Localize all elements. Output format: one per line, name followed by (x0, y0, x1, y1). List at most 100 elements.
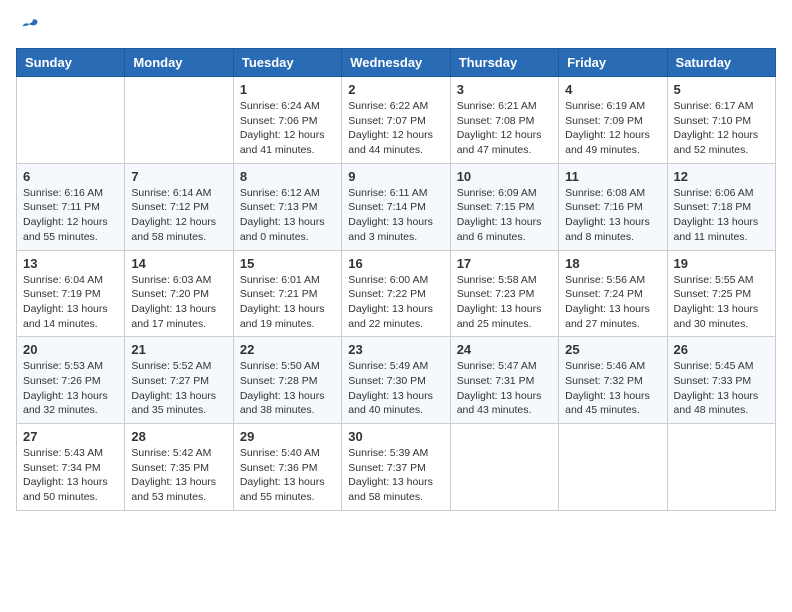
day-number: 15 (240, 256, 335, 271)
calendar-week-row: 20Sunrise: 5:53 AM Sunset: 7:26 PM Dayli… (17, 337, 776, 424)
calendar-cell: 19 Sunrise: 5:55 AM Sunset: 7:25 PM Dayli… (667, 250, 775, 337)
calendar-cell (17, 77, 125, 164)
day-info: Sunrise: 6:01 AM Sunset: 7:21 PM Dayligh… (240, 273, 335, 332)
day-number: 4 (565, 82, 660, 97)
day-info: Sunrise: 5:58 AM Sunset: 7:23 PM Dayligh… (457, 273, 552, 332)
calendar-cell: 24 Sunrise: 5:47 AM Sunset: 7:31 PM Dayli… (450, 337, 558, 424)
day-number: 12 (674, 169, 769, 184)
day-info: Sunrise: 5:43 AM Sunset: 7:34 PM Dayligh… (23, 446, 118, 505)
calendar-cell: 22 Sunrise: 5:50 AM Sunset: 7:28 PM Dayli… (233, 337, 341, 424)
day-number: 18 (565, 256, 660, 271)
calendar-week-row: 13 Sunrise: 6:04 AM Sunset: 7:19 PM Dayli… (17, 250, 776, 337)
calendar-cell: 1 Sunrise: 6:24 AM Sunset: 7:06 PM Daylig… (233, 77, 341, 164)
day-number: 19 (674, 256, 769, 271)
calendar-cell: 26 Sunrise: 5:45 AM Sunset: 7:33 PM Dayli… (667, 337, 775, 424)
day-info: Sunrise: 6:08 AM Sunset: 7:16 PM Dayligh… (565, 186, 660, 245)
day-number: 24 (457, 342, 552, 357)
calendar-week-row: 27 Sunrise: 5:43 AM Sunset: 7:34 PM Dayli… (17, 424, 776, 511)
calendar-cell: 29 Sunrise: 5:40 AM Sunset: 7:36 PM Dayli… (233, 424, 341, 511)
day-number: 16 (348, 256, 443, 271)
page-header (16, 16, 776, 38)
day-info: Sunrise: 6:14 AM Sunset: 7:12 PM Dayligh… (131, 186, 226, 245)
day-info: Sunrise: 6:19 AM Sunset: 7:09 PM Dayligh… (565, 99, 660, 158)
calendar-table: SundayMondayTuesdayWednesdayThursdayFrid… (16, 48, 776, 511)
day-number: 7 (131, 169, 226, 184)
day-number: 29 (240, 429, 335, 444)
calendar-cell: 23 Sunrise: 5:49 AM Sunset: 7:30 PM Dayli… (342, 337, 450, 424)
day-number: 30 (348, 429, 443, 444)
calendar-header-row: SundayMondayTuesdayWednesdayThursdayFrid… (17, 49, 776, 77)
day-info: Sunrise: 5:47 AM Sunset: 7:31 PM Dayligh… (457, 359, 552, 418)
calendar-cell: 28Sunrise: 5:42 AM Sunset: 7:35 PM Dayli… (125, 424, 233, 511)
day-info: Sunrise: 5:52 AM Sunset: 7:27 PM Dayligh… (131, 359, 226, 418)
calendar-cell: 12Sunrise: 6:06 AM Sunset: 7:18 PM Dayli… (667, 163, 775, 250)
calendar-cell: 5Sunrise: 6:17 AM Sunset: 7:10 PM Daylig… (667, 77, 775, 164)
calendar-cell: 3 Sunrise: 6:21 AM Sunset: 7:08 PM Daylig… (450, 77, 558, 164)
day-info: Sunrise: 6:04 AM Sunset: 7:19 PM Dayligh… (23, 273, 118, 332)
calendar-cell: 11 Sunrise: 6:08 AM Sunset: 7:16 PM Dayli… (559, 163, 667, 250)
day-info: Sunrise: 6:16 AM Sunset: 7:11 PM Dayligh… (23, 186, 118, 245)
day-number: 27 (23, 429, 118, 444)
calendar-cell (450, 424, 558, 511)
day-info: Sunrise: 5:49 AM Sunset: 7:30 PM Dayligh… (348, 359, 443, 418)
logo-bird-icon (18, 16, 40, 38)
calendar-day-header: Friday (559, 49, 667, 77)
calendar-cell: 18 Sunrise: 5:56 AM Sunset: 7:24 PM Dayli… (559, 250, 667, 337)
day-number: 8 (240, 169, 335, 184)
day-number: 25 (565, 342, 660, 357)
calendar-cell: 15 Sunrise: 6:01 AM Sunset: 7:21 PM Dayli… (233, 250, 341, 337)
calendar-day-header: Monday (125, 49, 233, 77)
calendar-cell: 17 Sunrise: 5:58 AM Sunset: 7:23 PM Dayli… (450, 250, 558, 337)
day-number: 26 (674, 342, 769, 357)
day-info: Sunrise: 5:42 AM Sunset: 7:35 PM Dayligh… (131, 446, 226, 505)
day-info: Sunrise: 6:24 AM Sunset: 7:06 PM Dayligh… (240, 99, 335, 158)
day-number: 14 (131, 256, 226, 271)
day-number: 23 (348, 342, 443, 357)
day-info: Sunrise: 5:50 AM Sunset: 7:28 PM Dayligh… (240, 359, 335, 418)
calendar-cell: 6 Sunrise: 6:16 AM Sunset: 7:11 PM Daylig… (17, 163, 125, 250)
day-number: 2 (348, 82, 443, 97)
calendar-cell: 20Sunrise: 5:53 AM Sunset: 7:26 PM Dayli… (17, 337, 125, 424)
day-number: 6 (23, 169, 118, 184)
calendar-week-row: 1 Sunrise: 6:24 AM Sunset: 7:06 PM Daylig… (17, 77, 776, 164)
calendar-day-header: Saturday (667, 49, 775, 77)
calendar-day-header: Tuesday (233, 49, 341, 77)
day-number: 17 (457, 256, 552, 271)
day-number: 21 (131, 342, 226, 357)
calendar-cell: 16 Sunrise: 6:00 AM Sunset: 7:22 PM Dayli… (342, 250, 450, 337)
calendar-day-header: Thursday (450, 49, 558, 77)
day-info: Sunrise: 6:09 AM Sunset: 7:15 PM Dayligh… (457, 186, 552, 245)
day-number: 22 (240, 342, 335, 357)
calendar-cell: 27 Sunrise: 5:43 AM Sunset: 7:34 PM Dayli… (17, 424, 125, 511)
calendar-cell (667, 424, 775, 511)
calendar-cell: 25Sunrise: 5:46 AM Sunset: 7:32 PM Dayli… (559, 337, 667, 424)
calendar-cell: 4 Sunrise: 6:19 AM Sunset: 7:09 PM Daylig… (559, 77, 667, 164)
day-info: Sunrise: 5:45 AM Sunset: 7:33 PM Dayligh… (674, 359, 769, 418)
day-info: Sunrise: 6:11 AM Sunset: 7:14 PM Dayligh… (348, 186, 443, 245)
calendar-cell: 10Sunrise: 6:09 AM Sunset: 7:15 PM Dayli… (450, 163, 558, 250)
day-info: Sunrise: 6:21 AM Sunset: 7:08 PM Dayligh… (457, 99, 552, 158)
day-info: Sunrise: 6:03 AM Sunset: 7:20 PM Dayligh… (131, 273, 226, 332)
calendar-cell: 8Sunrise: 6:12 AM Sunset: 7:13 PM Daylig… (233, 163, 341, 250)
calendar-cell: 13 Sunrise: 6:04 AM Sunset: 7:19 PM Dayli… (17, 250, 125, 337)
day-info: Sunrise: 5:39 AM Sunset: 7:37 PM Dayligh… (348, 446, 443, 505)
day-number: 1 (240, 82, 335, 97)
calendar-cell (559, 424, 667, 511)
calendar-cell: 14 Sunrise: 6:03 AM Sunset: 7:20 PM Dayli… (125, 250, 233, 337)
day-info: Sunrise: 5:40 AM Sunset: 7:36 PM Dayligh… (240, 446, 335, 505)
day-info: Sunrise: 6:22 AM Sunset: 7:07 PM Dayligh… (348, 99, 443, 158)
day-info: Sunrise: 5:55 AM Sunset: 7:25 PM Dayligh… (674, 273, 769, 332)
calendar-day-header: Wednesday (342, 49, 450, 77)
day-number: 13 (23, 256, 118, 271)
calendar-day-header: Sunday (17, 49, 125, 77)
calendar-cell: 9 Sunrise: 6:11 AM Sunset: 7:14 PM Daylig… (342, 163, 450, 250)
day-info: Sunrise: 6:00 AM Sunset: 7:22 PM Dayligh… (348, 273, 443, 332)
day-info: Sunrise: 5:56 AM Sunset: 7:24 PM Dayligh… (565, 273, 660, 332)
day-number: 11 (565, 169, 660, 184)
calendar-cell: 21 Sunrise: 5:52 AM Sunset: 7:27 PM Dayli… (125, 337, 233, 424)
day-number: 3 (457, 82, 552, 97)
day-info: Sunrise: 5:53 AM Sunset: 7:26 PM Dayligh… (23, 359, 118, 418)
day-number: 9 (348, 169, 443, 184)
calendar-cell: 2 Sunrise: 6:22 AM Sunset: 7:07 PM Daylig… (342, 77, 450, 164)
calendar-cell (125, 77, 233, 164)
